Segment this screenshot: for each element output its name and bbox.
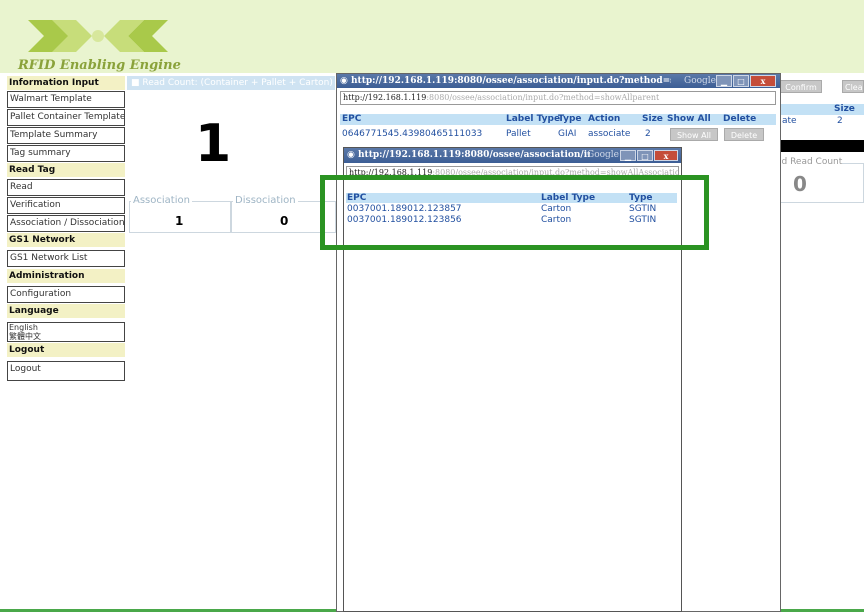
sidebar-item-gs1-network-list[interactable]: GS1 Network List bbox=[7, 250, 125, 267]
right-size-header: Size bbox=[834, 104, 855, 114]
header-show-all: Show All bbox=[667, 114, 711, 124]
dissociation-label: Dissociation bbox=[233, 195, 298, 206]
sidebar-item-walmart-template[interactable]: Walmart Template bbox=[7, 91, 125, 108]
association-label: Association bbox=[131, 195, 192, 206]
close-icon[interactable]: x bbox=[750, 75, 776, 87]
row-type: GIAI bbox=[558, 129, 577, 139]
clear-button[interactable]: Clea bbox=[842, 80, 864, 93]
dissociation-value: 0 bbox=[280, 214, 289, 228]
minimize-icon[interactable]: ▁ bbox=[716, 75, 732, 87]
language-traditional-chinese[interactable]: 繁體中文 bbox=[7, 332, 127, 342]
right-row-size: 2 bbox=[837, 116, 843, 126]
sidebar-section-gs1-network: GS1 Network bbox=[7, 233, 125, 247]
invalid-read-value: 0 bbox=[793, 172, 807, 196]
sidebar-item-template-summary[interactable]: Template Summary bbox=[7, 127, 125, 144]
invalid-read-box: id Read Count 0 bbox=[778, 157, 864, 203]
sidebar-item-configuration[interactable]: Configuration bbox=[7, 286, 125, 303]
close-icon[interactable]: x bbox=[654, 150, 678, 161]
row-epc: 0646771545.43980465111033 bbox=[342, 129, 483, 139]
delete-button[interactable]: Delete bbox=[724, 128, 764, 141]
association-box: Association 1 bbox=[129, 195, 231, 233]
maximize-icon[interactable]: □ bbox=[733, 75, 749, 87]
popup-children-google: Google bbox=[587, 150, 619, 160]
minimize-icon[interactable]: ▁ bbox=[620, 150, 636, 161]
right-table-header: Size bbox=[778, 104, 864, 115]
sidebar-item-read[interactable]: Read bbox=[7, 179, 125, 196]
maximize-icon[interactable]: □ bbox=[637, 150, 653, 161]
popup-parent-titlebar[interactable]: ◉ http://192.168.1.119:8080/ossee/associ… bbox=[337, 74, 780, 88]
association-value: 1 bbox=[175, 214, 184, 228]
popup-parent-google: Google bbox=[684, 76, 716, 86]
read-count-value: 1 bbox=[195, 114, 232, 174]
bar-icon: ■ bbox=[131, 78, 143, 88]
highlight-box bbox=[320, 175, 709, 250]
sidebar-item-logout[interactable]: Logout bbox=[7, 361, 125, 381]
table-row: 0646771545.43980465111033 Pallet GIAI as… bbox=[340, 127, 776, 142]
header-type: Type bbox=[558, 114, 582, 124]
parent-table-header: EPC Label Type Type Action Size Show All… bbox=[340, 114, 776, 125]
header-label-type: Label Type bbox=[506, 114, 561, 124]
header-action: Action bbox=[588, 114, 621, 124]
address-path: :8080/ossee/association/input.do?method=… bbox=[426, 93, 660, 102]
sidebar-section-language: Language bbox=[7, 304, 125, 318]
right-black-bar bbox=[778, 140, 864, 152]
logo-caption: RFID Enabling Engine bbox=[18, 58, 181, 73]
sidebar-section-read-tag: Read Tag bbox=[7, 163, 125, 177]
read-count-label: Read Count: (Container + Pallet + Carton… bbox=[142, 78, 333, 88]
popup-children-titlebar[interactable]: ◉ http://192.168.1.119:8080/ossee/associ… bbox=[344, 148, 681, 163]
confirm-all-button[interactable]: Confirm All bbox=[780, 80, 822, 105]
sidebar-section-administration: Administration bbox=[7, 269, 125, 283]
right-row-action: ate bbox=[782, 116, 797, 126]
read-count-bar: ■ Read Count: (Container + Pallet + Cart… bbox=[127, 76, 335, 90]
sidebar-item-verification[interactable]: Verification bbox=[7, 197, 125, 214]
invalid-read-label: id Read Count bbox=[779, 157, 843, 167]
logo-arrows-icon bbox=[28, 20, 168, 52]
popup-children-title: http://192.168.1.119:8080/ossee/associat… bbox=[358, 150, 590, 160]
address-host: http://192.168.1.119 bbox=[343, 93, 427, 102]
row-label-type: Pallet bbox=[506, 129, 531, 139]
sidebar-item-association-dissociation[interactable]: Association / Dissociation bbox=[7, 215, 125, 232]
browser-icon: ◉ bbox=[340, 76, 348, 86]
row-size: 2 bbox=[645, 129, 651, 139]
show-all-button[interactable]: Show All bbox=[670, 128, 718, 141]
browser-icon: ◉ bbox=[347, 150, 355, 160]
sidebar-section-logout: Logout bbox=[7, 343, 125, 357]
popup-parent-address-bar[interactable]: http://192.168.1.119:8080/ossee/associat… bbox=[340, 91, 776, 105]
header-epc: EPC bbox=[342, 114, 362, 124]
sidebar-section-information-input: Information Input bbox=[7, 76, 125, 90]
row-action: associate bbox=[588, 129, 631, 139]
sidebar-item-pallet-container-template[interactable]: Pallet Container Template bbox=[7, 109, 125, 126]
header-delete: Delete bbox=[723, 114, 757, 124]
popup-parent-title: http://192.168.1.119:8080/ossee/associat… bbox=[351, 76, 671, 86]
sidebar-item-tag-summary[interactable]: Tag summary bbox=[7, 145, 125, 162]
header-size: Size bbox=[642, 114, 663, 124]
